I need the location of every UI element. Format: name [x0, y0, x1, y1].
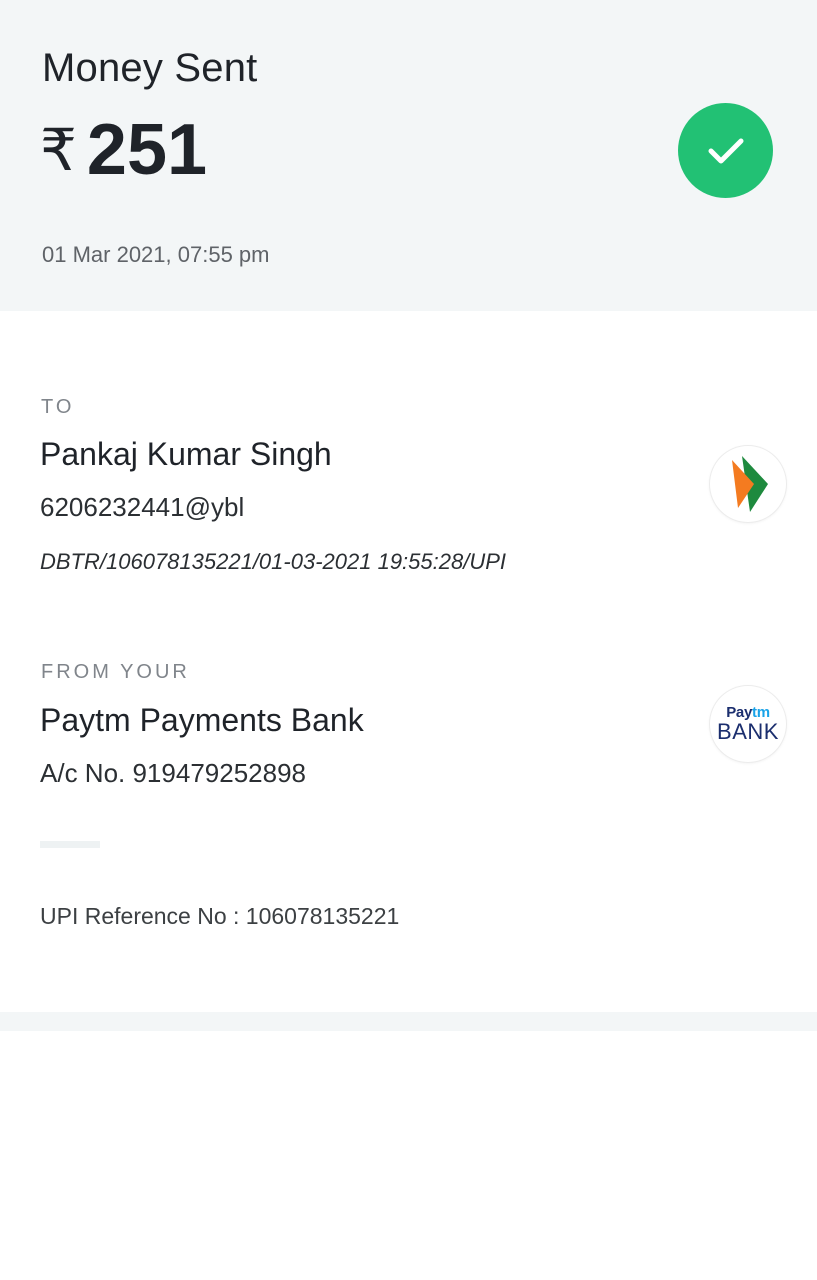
- amount-display: ₹ 251: [40, 114, 207, 186]
- currency-symbol: ₹: [40, 116, 77, 184]
- upi-logo: [710, 446, 786, 522]
- transaction-header: Money Sent ₹ 251 01 Mar 2021, 07:55 pm: [0, 0, 817, 311]
- upi-reference-number: UPI Reference No : 106078135221: [40, 903, 400, 929]
- success-badge: [678, 103, 773, 198]
- transaction-note: DBTR/106078135221/01-03-2021 19:55:28/UP…: [40, 549, 507, 574]
- check-icon: [708, 138, 743, 163]
- bottom-separator: [0, 1012, 817, 1031]
- sender-account-number: A/c No. 919479252898: [40, 758, 306, 788]
- paytm-bank-logo-icon: Paytm BANK: [717, 704, 779, 744]
- amount-value: 251: [86, 110, 208, 190]
- sender-bank-name: Paytm Payments Bank: [40, 702, 364, 738]
- upi-logo-icon: [732, 456, 768, 512]
- recipient-name: Pankaj Kumar Singh: [40, 436, 332, 472]
- from-label: FROM YOUR: [41, 661, 190, 683]
- to-label: TO: [41, 396, 75, 418]
- transaction-details-screen: Money Sent ₹ 251 01 Mar 2021, 07:55 pm T…: [0, 0, 817, 1280]
- transaction-timestamp: 01 Mar 2021, 07:55 pm: [42, 242, 270, 267]
- recipient-upi-id: 6206232441@ybl: [40, 492, 245, 522]
- section-divider: [40, 841, 100, 848]
- paytm-bank-logo: Paytm BANK: [710, 686, 786, 762]
- page-title: Money Sent: [42, 46, 258, 90]
